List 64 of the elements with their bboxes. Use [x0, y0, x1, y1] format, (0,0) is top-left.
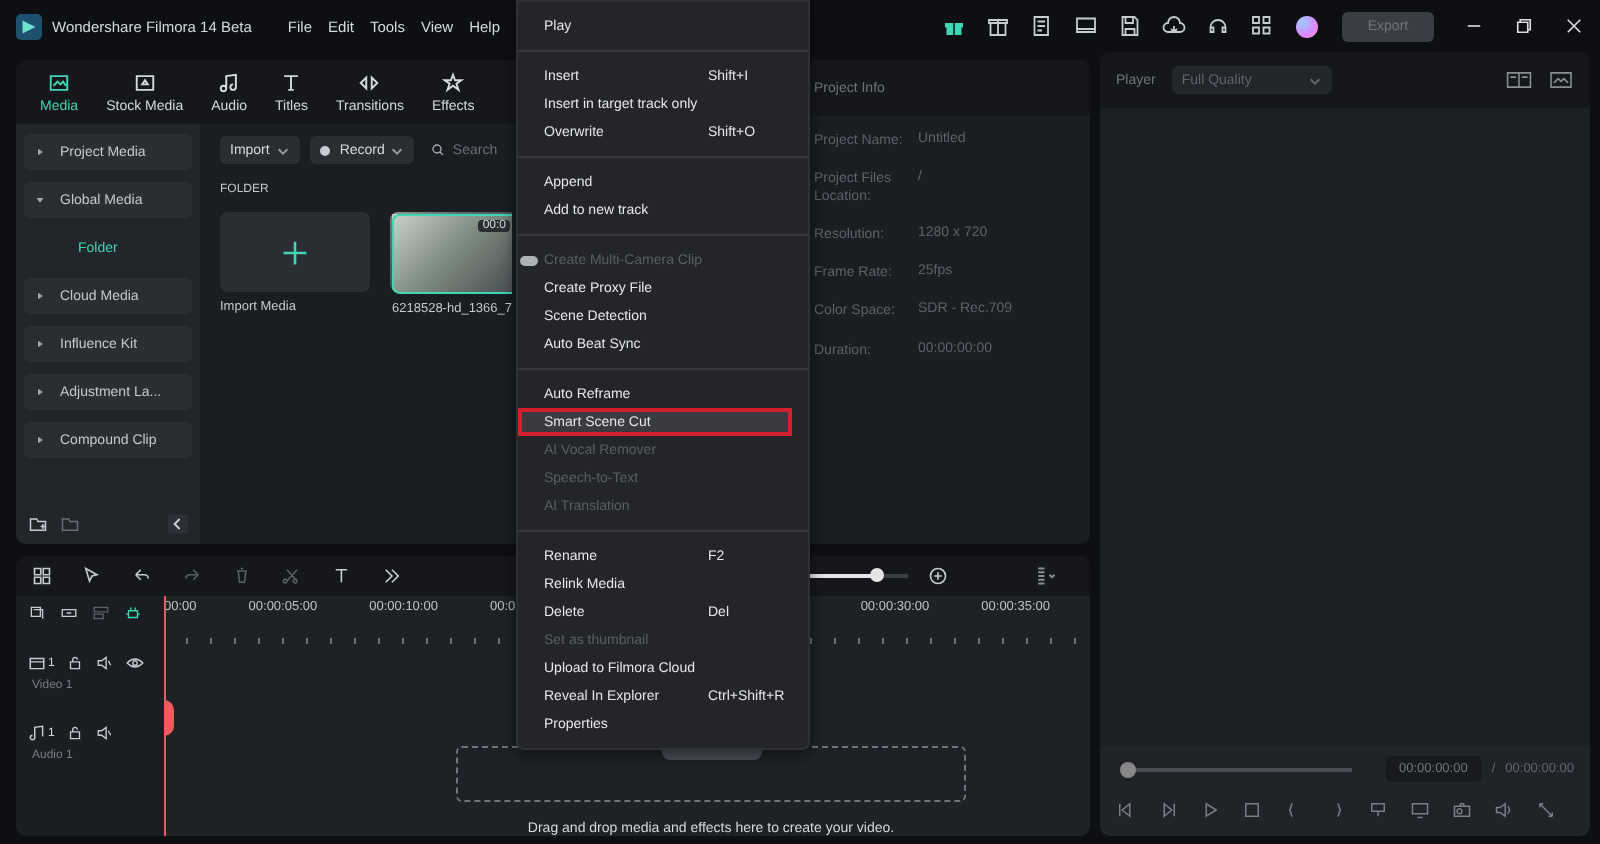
eye-icon[interactable]: [126, 654, 145, 672]
caret-icon: [1307, 73, 1322, 87]
restore-icon[interactable]: [1514, 16, 1534, 36]
bug-icon[interactable]: [124, 604, 142, 622]
undo-icon[interactable]: [132, 566, 152, 586]
grid-dropdown-icon[interactable]: [1034, 566, 1060, 586]
volume-icon[interactable]: [1494, 800, 1514, 820]
picture-frame-icon: [133, 71, 156, 93]
image-icon[interactable]: [1548, 70, 1574, 90]
headset-icon[interactable]: [1206, 14, 1230, 38]
zoom-in-icon[interactable]: [928, 566, 948, 586]
import-media-tile[interactable]: [220, 212, 370, 292]
play-icon[interactable]: [1200, 800, 1220, 820]
stop-icon[interactable]: [1242, 800, 1262, 820]
apps-icon[interactable]: [1250, 14, 1274, 38]
caret-icon: [36, 148, 44, 156]
camera-icon[interactable]: [1452, 800, 1472, 820]
folder-icon[interactable]: [60, 514, 80, 534]
image-icon: [48, 71, 71, 93]
caret-icon: [36, 436, 44, 444]
monitor-icon[interactable]: [1074, 14, 1098, 38]
pointer-icon[interactable]: [82, 566, 102, 586]
previous-frame-icon[interactable]: [1116, 800, 1136, 820]
app-logo-icon: [16, 13, 42, 39]
lock-icon[interactable]: [66, 724, 85, 742]
delete-icon[interactable]: [232, 566, 252, 586]
plus-icon: [282, 239, 308, 265]
caret-icon: [36, 292, 44, 300]
caret-icon: [275, 143, 290, 157]
close-icon[interactable]: [1564, 16, 1584, 36]
scissors-icon[interactable]: [282, 566, 302, 586]
film-icon: [28, 654, 46, 672]
speaker-icon[interactable]: [96, 654, 115, 672]
more-icon[interactable]: [382, 566, 402, 586]
track-layout-icon[interactable]: [92, 604, 110, 622]
music-icon: [28, 724, 46, 742]
caret-icon: [390, 143, 405, 157]
text-icon[interactable]: [332, 566, 352, 586]
caret-icon: [36, 196, 44, 204]
storage-icon[interactable]: [986, 14, 1010, 38]
search-icon: [430, 142, 447, 158]
lock-icon[interactable]: [66, 654, 85, 672]
avatar-circle[interactable]: [1296, 15, 1318, 37]
star-icon: [442, 71, 465, 93]
arrows-icon: [358, 71, 381, 93]
document-icon[interactable]: [1030, 14, 1054, 38]
text-icon: [280, 71, 303, 93]
new-folder-icon[interactable]: [28, 514, 48, 534]
speaker-icon[interactable]: [96, 724, 115, 742]
collapse-icon[interactable]: [168, 514, 188, 534]
marker-icon[interactable]: [1368, 800, 1388, 820]
redo-icon[interactable]: [182, 566, 202, 586]
add-track-icon[interactable]: [28, 604, 46, 622]
link-icon[interactable]: [60, 604, 78, 622]
save-icon[interactable]: [1118, 14, 1142, 38]
fullscreen-icon[interactable]: [1536, 800, 1556, 820]
next-frame-icon[interactable]: [1158, 800, 1178, 820]
music-note-icon: [218, 71, 241, 93]
layout-icon[interactable]: [32, 566, 52, 586]
display-icon[interactable]: [1410, 800, 1430, 820]
caret-icon: [36, 340, 44, 348]
compare-view-icon[interactable]: [1506, 70, 1532, 90]
caret-icon: [36, 388, 44, 396]
cloud-upload-icon[interactable]: [1162, 14, 1186, 38]
